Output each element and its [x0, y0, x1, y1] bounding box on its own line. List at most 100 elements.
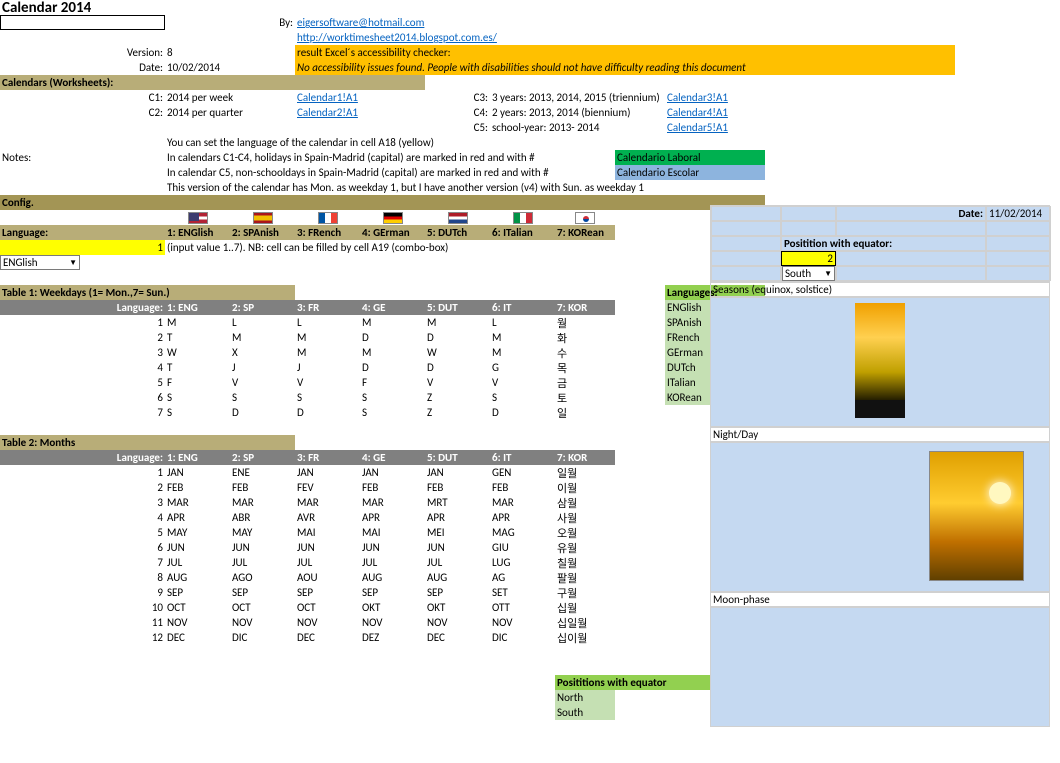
tw-row-5-c2: S — [230, 390, 295, 405]
tm-row-4-idx: 5 — [0, 525, 165, 540]
lang-opt-2: 2: SPAnish — [230, 225, 295, 240]
tm-row-0-c1: JAN — [165, 465, 230, 480]
rp-nightday: Night/Day — [710, 427, 1050, 442]
positions-north: North — [555, 690, 615, 705]
flag-fr — [295, 210, 360, 225]
tw-row-2-c4: M — [360, 345, 425, 360]
tw-row-1-c1: T — [165, 330, 230, 345]
tm-row-11-idx: 12 — [0, 630, 165, 645]
tw-row-0-c2: L — [230, 315, 295, 330]
lang-opt-5: 5: DUTch — [425, 225, 490, 240]
tw-row-6-c5: Z — [425, 405, 490, 420]
tm-row-5-c1: JUN — [165, 540, 230, 555]
date-label: Date: — [0, 60, 165, 75]
worksheets-header: Calendars (Worksheets): — [0, 75, 425, 90]
c3-label: C3: — [425, 90, 490, 105]
checker-head: result Excel´s accessibility checker: — [295, 45, 955, 60]
flag-kr — [555, 210, 615, 225]
tm-row-0-c3: JAN — [295, 465, 360, 480]
rp-date: 11/02/2014 — [986, 206, 1051, 221]
tw-row-2-idx: 3 — [0, 345, 165, 360]
tw-col7: 7: KOR — [555, 300, 615, 315]
tw-row-2-c3: M — [295, 345, 360, 360]
tw-row-2-c2: X — [230, 345, 295, 360]
tm-row-8-c1: SEP — [165, 585, 230, 600]
url-link[interactable]: http://worktimesheet2014.blogspot.com.es… — [295, 30, 615, 45]
note4: This version of the calendar has Mon. as… — [165, 180, 765, 195]
tm-row-7-c3: AOU — [295, 570, 360, 585]
right-panel: Date: 11/02/2014 Positition with equator… — [710, 205, 1050, 727]
language-combo[interactable]: ENGlish — [0, 255, 80, 270]
tm-row-10-c4: NOV — [360, 615, 425, 630]
tm-row-10-c3: NOV — [295, 615, 360, 630]
seasons-image: SUMMER — [855, 303, 905, 418]
tm-row-7-c6: AG — [490, 570, 555, 585]
positions-south: South — [555, 705, 615, 720]
lang-opt-3: 3: FRench — [295, 225, 360, 240]
tm-row-3-c5: APR — [425, 510, 490, 525]
tw-row-1-c3: M — [295, 330, 360, 345]
tm-row-3-c7: 사월 — [555, 510, 615, 525]
tw-row-1-c7: 화 — [555, 330, 615, 345]
tw-row-6-c7: 일 — [555, 405, 615, 420]
version-value: 8 — [165, 45, 230, 60]
c3-link[interactable]: Calendar3!A1 — [665, 90, 765, 105]
tw-row-5-c6: S — [490, 390, 555, 405]
c5-link[interactable]: Calendar5!A1 — [665, 120, 765, 135]
tm-row-5-c4: JUN — [360, 540, 425, 555]
tm-row-2-c7: 삼월 — [555, 495, 615, 510]
tm-col7: 7: KOR — [555, 450, 615, 465]
tm-row-3-c6: APR — [490, 510, 555, 525]
tm-row-4-c5: MEI — [425, 525, 490, 540]
active-cell[interactable] — [0, 15, 165, 30]
c5-label: C5: — [425, 120, 490, 135]
c2-link[interactable]: Calendar2!A1 — [295, 105, 425, 120]
tw-row-3-c6: G — [490, 360, 555, 375]
c3-text: 3 years: 2013, 2014, 2015 (triennium) — [490, 90, 665, 105]
tm-row-6-c7: 칠월 — [555, 555, 615, 570]
tm-row-5-c2: JUN — [230, 540, 295, 555]
c4-link[interactable]: Calendar4!A1 — [665, 105, 765, 120]
tm-row-11-c2: DIC — [230, 630, 295, 645]
tw-row-4-c3: V — [295, 375, 360, 390]
tm-row-2-c6: MAR — [490, 495, 555, 510]
flag-es — [230, 210, 295, 225]
tw-row-2-c7: 수 — [555, 345, 615, 360]
nightday-image — [929, 451, 1024, 581]
tm-row-1-c3: FEV — [295, 480, 360, 495]
email-link[interactable]: eigersoftware@hotmail.com — [295, 15, 555, 30]
language-input[interactable]: 1 — [0, 240, 165, 255]
c1-label: C1: — [100, 90, 165, 105]
tm-row-6-c6: LUG — [490, 555, 555, 570]
tm-row-7-c5: AUG — [425, 570, 490, 585]
tm-row-7-c4: AUG — [360, 570, 425, 585]
rp-equator-combo[interactable]: South — [782, 266, 835, 281]
tm-row-11-c6: DIC — [490, 630, 555, 645]
tm-row-5-idx: 6 — [0, 540, 165, 555]
language-hint: (input value 1..7). NB: cell can be fill… — [165, 240, 615, 255]
tm-row-8-c4: SEP — [360, 585, 425, 600]
tm-row-4-c1: MAY — [165, 525, 230, 540]
rp-equator-value[interactable]: 2 — [781, 251, 836, 266]
tw-row-6-c3: D — [295, 405, 360, 420]
tm-row-9-c7: 십월 — [555, 600, 615, 615]
tm-col1: 1: ENG — [165, 450, 230, 465]
tm-row-10-c2: NOV — [230, 615, 295, 630]
tw-row-4-c2: V — [230, 375, 295, 390]
tm-row-2-c1: MAR — [165, 495, 230, 510]
tm-row-10-c6: NOV — [490, 615, 555, 630]
note2: In calendars C1-C4, holidays in Spain-Ma… — [165, 150, 615, 165]
tw-row-2-c1: W — [165, 345, 230, 360]
tm-row-11-c7: 십이월 — [555, 630, 615, 645]
tm-row-6-c1: JUL — [165, 555, 230, 570]
c1-link[interactable]: Calendar1!A1 — [295, 90, 425, 105]
tm-col5: 5: DUT — [425, 450, 490, 465]
tm-row-7-c1: AUG — [165, 570, 230, 585]
tw-col1: 1: ENG — [165, 300, 230, 315]
rp-equator-label: Positition with equator: — [781, 236, 986, 251]
tm-row-8-c6: SET — [490, 585, 555, 600]
tw-col4: 4: GE — [360, 300, 425, 315]
tw-row-4-c4: F — [360, 375, 425, 390]
tm-row-1-c5: FEB — [425, 480, 490, 495]
tm-row-4-c2: MAY — [230, 525, 295, 540]
